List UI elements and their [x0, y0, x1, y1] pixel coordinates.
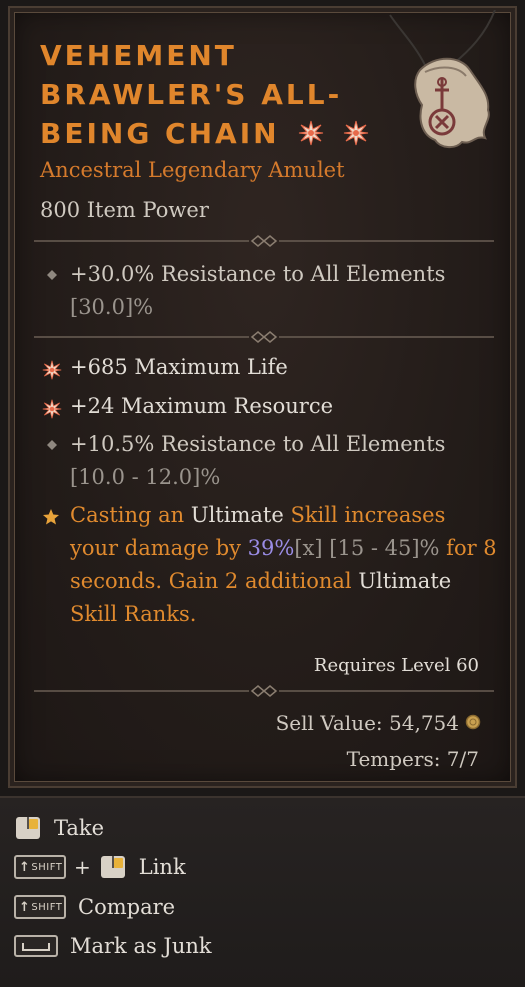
- action-take[interactable]: Take: [14, 812, 104, 844]
- aspect-keyword: Ultimate: [190, 503, 284, 527]
- star-icon: [43, 509, 59, 525]
- greater-affix-spark-icon: [344, 120, 369, 146]
- tempers-count: Tempers: 7/7: [346, 747, 479, 771]
- diamond-bullet-icon: [47, 270, 57, 280]
- aspect-text: Skill Ranks.: [70, 602, 197, 626]
- diamond-bullet-icon: [47, 440, 57, 450]
- item-name: Vehement Brawler's All-Being Chain: [40, 36, 370, 153]
- affix-resistance-all-elements: +10.5% Resistance to All Elements [10.0 …: [70, 428, 490, 494]
- greater-affix-spark-icon: [299, 120, 324, 146]
- action-mark-junk-label: Mark as Junk: [70, 934, 212, 958]
- gold-coin-icon: [465, 714, 481, 730]
- item-name-text: Vehement Brawler's All-Being Chain: [40, 39, 343, 150]
- sell-value: Sell Value: 54,754: [275, 711, 459, 735]
- shift-key-icon: ↑ SHIFT: [14, 855, 66, 879]
- action-compare-label: Compare: [78, 895, 176, 919]
- mouse-right-click-icon: [16, 817, 40, 839]
- greater-affix-spark-icon: [42, 360, 62, 380]
- aspect-range: [15 - 45]%: [322, 536, 440, 560]
- section-divider: [34, 331, 494, 343]
- action-take-label: Take: [54, 816, 105, 840]
- implicit-affix-text: +30.0% Resistance to All Elements: [70, 262, 446, 286]
- action-hints-panel: Take ↑ SHIFT + Link ↑ SHIFT Compare Mark a…: [0, 796, 525, 987]
- aspect-keyword: Ultimate: [358, 569, 452, 593]
- requires-level: Requires Level 60: [313, 655, 479, 676]
- aspect-text: Casting an: [70, 503, 191, 527]
- legendary-aspect: Casting an Ultimate Skill increases your…: [70, 499, 500, 631]
- affix-maximum-life: +685 Maximum Life: [70, 355, 288, 379]
- item-tooltip: Vehement Brawler's All-Being Chain Ances…: [8, 6, 517, 788]
- item-power: 800 Item Power: [40, 198, 209, 222]
- affix-maximum-resource: +24 Maximum Resource: [70, 394, 334, 418]
- mouse-right-click-icon: [100, 856, 125, 878]
- amulet-item-icon: [389, 10, 496, 148]
- implicit-affix: +30.0% Resistance to All Elements [30.0]…: [70, 258, 490, 324]
- action-compare[interactable]: ↑ SHIFT Compare: [14, 891, 175, 923]
- implicit-affix-range: [30.0]%: [70, 295, 154, 319]
- item-rarity-type: Ancestral Legendary Amulet: [40, 158, 345, 182]
- plus-sign: +: [74, 855, 91, 879]
- affix-resistance-range: [10.0 - 12.0]%: [70, 465, 221, 489]
- shift-key-label: SHIFT: [31, 901, 63, 913]
- action-link-label: Link: [138, 855, 186, 879]
- shift-key-label: SHIFT: [31, 861, 63, 873]
- aspect-value: 39%: [247, 536, 295, 560]
- shift-key-icon: ↑ SHIFT: [14, 895, 66, 919]
- section-divider: [34, 235, 494, 247]
- affix-resistance-text: +10.5% Resistance to All Elements: [70, 432, 446, 456]
- aspect-value-mark: [x]: [294, 536, 323, 560]
- greater-affix-spark-icon: [42, 399, 62, 419]
- section-divider: [34, 685, 494, 697]
- action-link[interactable]: ↑ SHIFT + Link: [14, 851, 186, 883]
- spacebar-key-icon: [14, 935, 58, 957]
- action-mark-junk[interactable]: Mark as Junk: [14, 930, 212, 962]
